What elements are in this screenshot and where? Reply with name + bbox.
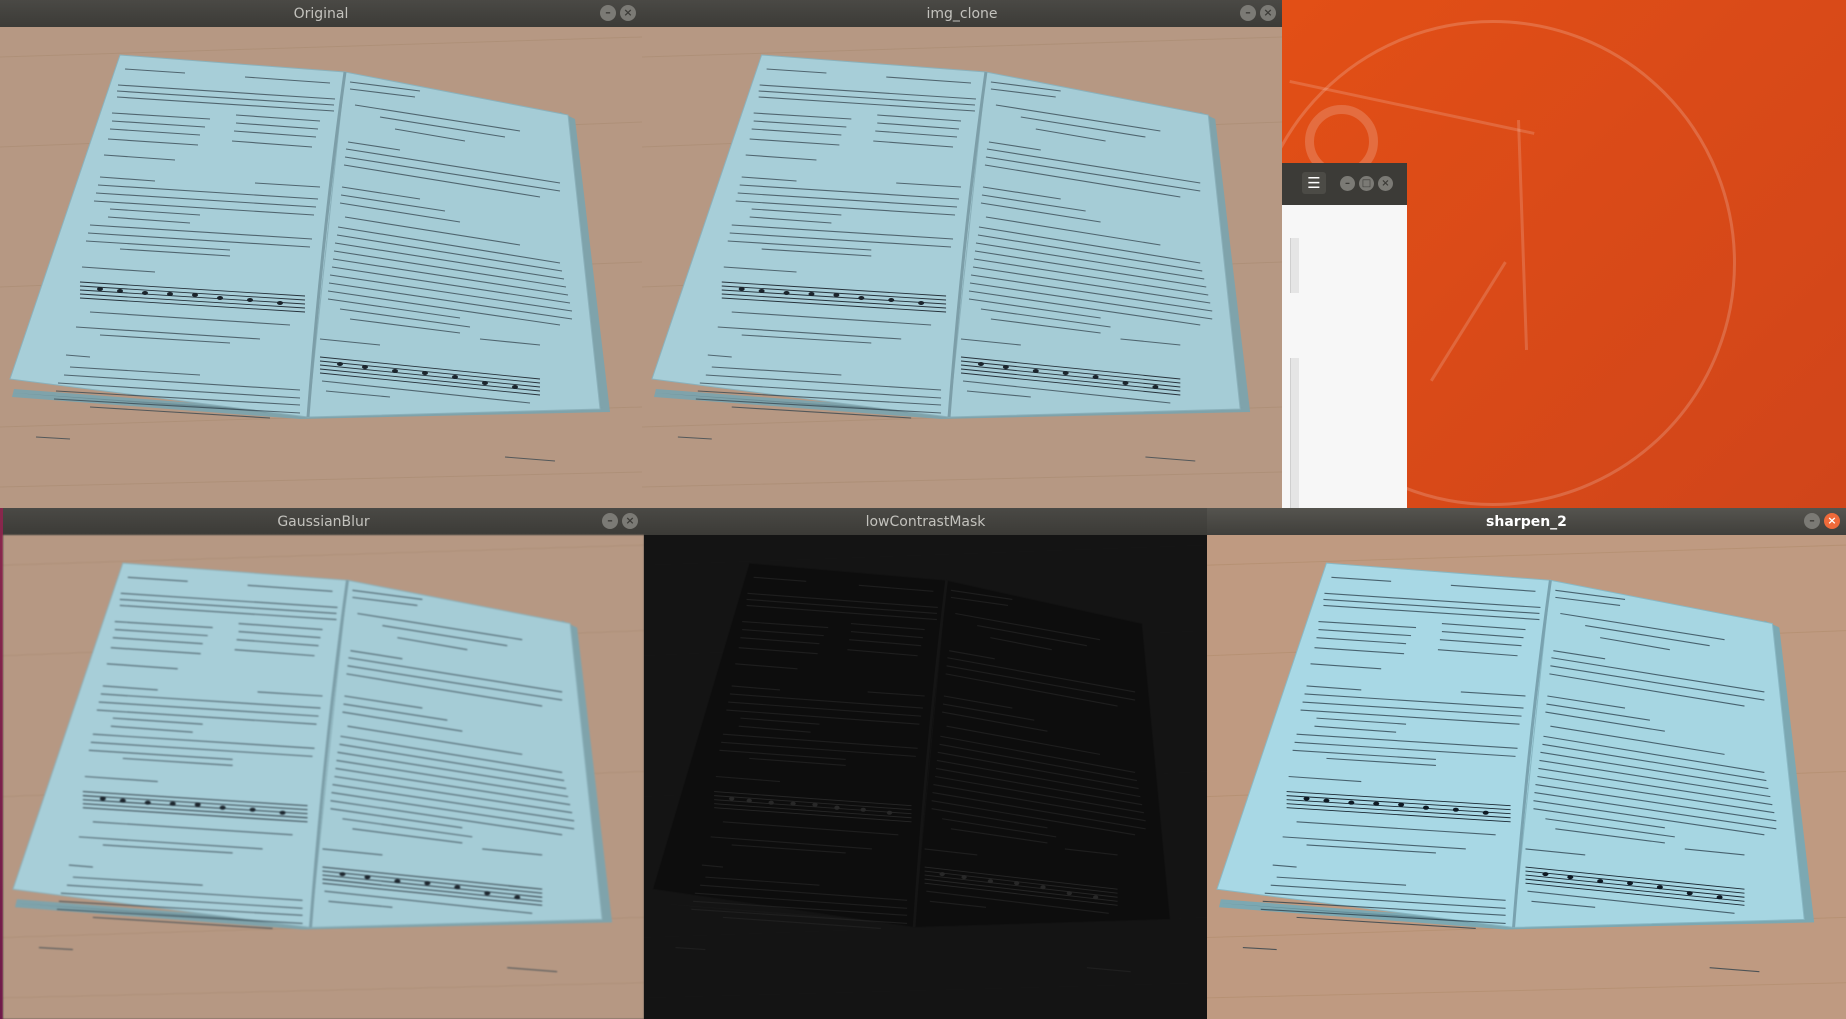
window-sharpen-2[interactable]: sharpen_2 – × — [1207, 508, 1846, 1019]
book-photo — [3, 535, 644, 1019]
window-titlebar[interactable]: lowContrastMask — [644, 508, 1207, 535]
minimize-icon[interactable]: – — [1804, 513, 1820, 529]
book-photo — [0, 27, 642, 508]
image-canvas — [3, 535, 644, 1019]
window-title: GaussianBlur — [277, 513, 370, 530]
close-icon[interactable]: × — [1260, 5, 1276, 21]
window-titlebar[interactable]: Original — [0, 0, 642, 27]
image-canvas — [642, 27, 1282, 508]
minimize-icon[interactable]: – — [602, 513, 618, 529]
close-icon[interactable]: × — [1824, 513, 1840, 529]
window-low-contrast-mask[interactable]: lowContrastMask — [644, 508, 1207, 1019]
background-field — [1290, 238, 1299, 293]
hamburger-menu-icon[interactable]: ☰ — [1302, 172, 1326, 194]
window-title: sharpen_2 — [1486, 513, 1567, 530]
window-title: img_clone — [926, 5, 998, 22]
image-canvas — [0, 27, 642, 508]
window-titlebar[interactable]: sharpen_2 — [1207, 508, 1846, 535]
window-gaussian-blur[interactable]: GaussianBlur – × — [3, 508, 644, 1019]
book-photo — [1207, 535, 1846, 1019]
background-field — [1290, 358, 1299, 508]
close-icon[interactable]: × — [620, 5, 636, 21]
window-original[interactable]: Original – × — [0, 0, 642, 508]
window-title: Original — [293, 5, 349, 22]
book-photo — [642, 27, 1282, 508]
image-canvas — [1207, 535, 1846, 1019]
window-titlebar[interactable]: img_clone — [642, 0, 1282, 27]
background-window-header: ☰ – □ × — [1280, 163, 1407, 205]
window-titlebar[interactable]: GaussianBlur — [3, 508, 644, 535]
close-icon[interactable]: × — [622, 513, 638, 529]
maximize-icon[interactable]: □ — [1359, 176, 1374, 191]
mask-image — [644, 535, 1207, 1019]
window-title: lowContrastMask — [865, 513, 986, 530]
mask-canvas — [644, 535, 1207, 1019]
close-icon[interactable]: × — [1378, 176, 1393, 191]
background-app-window[interactable]: ☰ – □ × — [1280, 163, 1407, 508]
minimize-icon[interactable]: – — [600, 5, 616, 21]
window-img-clone[interactable]: img_clone – × — [642, 0, 1282, 508]
minimize-icon[interactable]: – — [1340, 176, 1355, 191]
minimize-icon[interactable]: – — [1240, 5, 1256, 21]
